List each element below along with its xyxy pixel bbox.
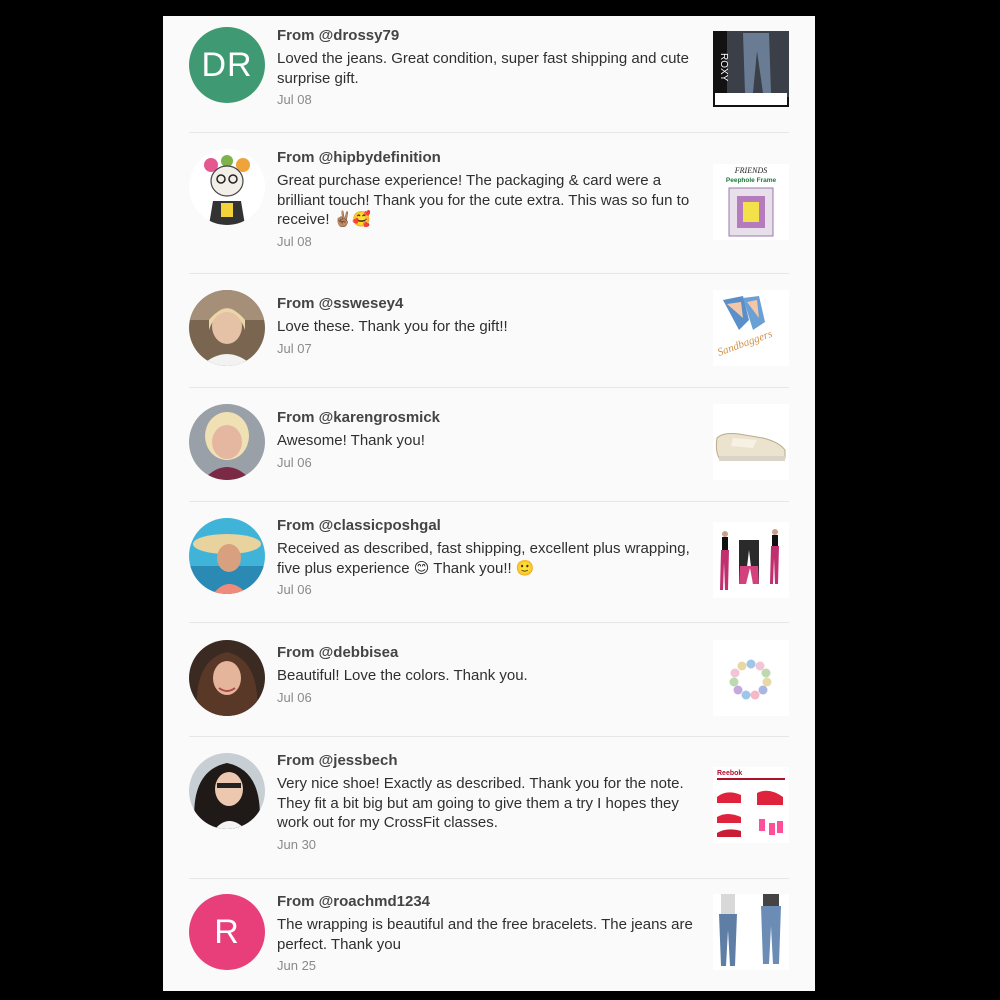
review-message: Beautiful! Love the colors. Thank you.: [277, 667, 528, 684]
reviews-panel: DR From @drossy79 Loved the jeans. Great…: [163, 16, 815, 991]
review-author[interactable]: From @karengrosmick: [277, 408, 702, 427]
user-photo-avatar[interactable]: [189, 290, 265, 366]
review-message: Very nice shoe! Exactly as described. Th…: [277, 775, 684, 831]
divider: [189, 736, 789, 737]
review-date: Jul 06: [277, 689, 312, 705]
review-author[interactable]: From @hipbydefinition: [277, 148, 702, 167]
review-date: Jul 07: [277, 340, 312, 356]
divider: [189, 132, 789, 133]
review-date: Jun 25: [277, 958, 317, 973]
shoes-product-photo[interactable]: Sandbaggers: [713, 290, 789, 366]
divider: [189, 387, 789, 388]
avatar-initials: DR: [201, 45, 253, 84]
review-author[interactable]: From @debbisea: [277, 643, 702, 662]
review-date: Jul 06: [277, 582, 312, 597]
leggings-product-photo[interactable]: [713, 522, 789, 598]
review-item: From @hipbydefinition Great purchase exp…: [189, 148, 789, 268]
photo-frame-product-photo[interactable]: FRIENDS Peephole Frame: [713, 164, 789, 240]
review-item: From @sswesey4 Love these. Thank you for…: [189, 290, 789, 384]
review-item: From @karengrosmick Awesome! Thank you! …: [189, 404, 789, 498]
review-date: Jun 30: [277, 836, 317, 852]
review-item: From @jessbech Very nice shoe! Exactly a…: [189, 751, 789, 881]
divider: [189, 622, 789, 623]
avatar-initials: R: [214, 912, 240, 951]
bracelet-product-photo[interactable]: [713, 640, 789, 716]
user-photo-avatar[interactable]: [189, 518, 265, 594]
shoe-product-photo[interactable]: [713, 404, 789, 480]
review-item: From @debbisea Beautiful! Love the color…: [189, 640, 789, 733]
review-date: Jul 06: [277, 454, 312, 470]
divider: [189, 878, 789, 879]
thumb-label: Peephole Frame: [726, 177, 777, 184]
jeans-product-photo[interactable]: [713, 894, 789, 970]
divider: [189, 501, 789, 502]
avatar[interactable]: DR: [189, 27, 265, 103]
avatar[interactable]: R: [189, 894, 265, 970]
review-author[interactable]: From @sswesey4: [277, 294, 702, 313]
thumb-label: Reebok: [717, 770, 742, 777]
review-message: The wrapping is beautiful and the free b…: [277, 916, 693, 953]
review-message: Great purchase experience! The packaging…: [277, 172, 690, 228]
review-item: R From @roachmd1234 The wrapping is beau…: [189, 892, 789, 991]
thumb-label: FRIENDS: [734, 166, 767, 175]
user-photo-avatar[interactable]: [189, 404, 265, 480]
user-photo-avatar[interactable]: [189, 640, 265, 716]
review-date: Jul 08: [277, 92, 312, 107]
review-message: Love these. Thank you for the gift!!: [277, 318, 508, 335]
review-message: Received as described, fast shipping, ex…: [277, 540, 690, 577]
sneakers-product-photo[interactable]: Reebok: [713, 767, 789, 843]
review-item: From @classicposhgal Received as describ…: [189, 516, 789, 626]
review-author[interactable]: From @jessbech: [277, 751, 702, 770]
thumb-label: ROXY: [718, 53, 729, 82]
review-author[interactable]: From @roachmd1234: [277, 892, 702, 911]
divider: [189, 273, 789, 274]
review-author[interactable]: From @drossy79: [277, 26, 702, 45]
review-date: Jul 08: [277, 233, 312, 249]
review-message: Loved the jeans. Great condition, super …: [277, 50, 689, 87]
user-photo-avatar[interactable]: [189, 753, 265, 829]
review-item: DR From @drossy79 Loved the jeans. Great…: [189, 26, 789, 126]
jeans-product-photo[interactable]: ROXY: [713, 31, 789, 107]
review-message: Awesome! Thank you!: [277, 432, 425, 449]
illustrated-avatar[interactable]: [189, 149, 265, 225]
review-author[interactable]: From @classicposhgal: [277, 516, 702, 535]
